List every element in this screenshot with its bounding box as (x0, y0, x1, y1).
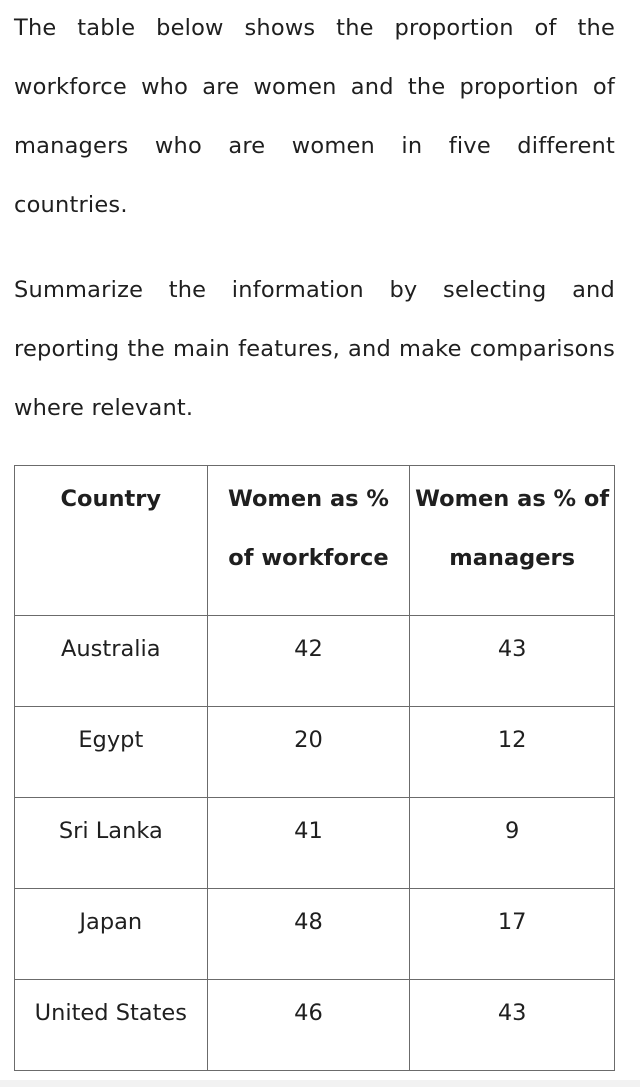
cell-workforce: 41 (206, 797, 411, 889)
cell-managers: 12 (409, 706, 615, 798)
table-row: Egypt 20 12 (14, 706, 615, 798)
cell-country: Australia (14, 615, 208, 707)
cell-workforce: 48 (206, 888, 411, 980)
cell-workforce: 46 (206, 979, 411, 1071)
table-row: Sri Lanka 41 9 (14, 797, 615, 889)
cell-country: United States (14, 979, 208, 1071)
cell-workforce: 20 (206, 706, 411, 798)
header-country: Country (14, 465, 208, 616)
cell-country: Japan (14, 888, 208, 980)
cell-managers: 43 (409, 615, 615, 707)
header-women-workforce: Women as % of workforce (206, 465, 411, 616)
header-women-managers: Women as % of managers (409, 465, 615, 616)
prompt-paragraph-2: Summarize the information by selecting a… (14, 277, 615, 421)
table-row: United States 46 43 (14, 979, 615, 1071)
bottom-divider (0, 1080, 640, 1087)
data-table: Country Women as % of workforce Women as… (14, 465, 615, 1071)
table-row: Australia 42 43 (14, 615, 615, 707)
cell-managers: 43 (409, 979, 615, 1071)
cell-workforce: 42 (206, 615, 411, 707)
cell-managers: 9 (409, 797, 615, 889)
task-prompt: The table below shows the proportion of … (14, 0, 615, 438)
cell-managers: 17 (409, 888, 615, 980)
prompt-paragraph-1: The table below shows the proportion of … (14, 15, 615, 218)
cell-country: Sri Lanka (14, 797, 208, 889)
table-header-row: Country Women as % of workforce Women as… (14, 465, 615, 616)
cell-country: Egypt (14, 706, 208, 798)
table-row: Japan 48 17 (14, 888, 615, 980)
